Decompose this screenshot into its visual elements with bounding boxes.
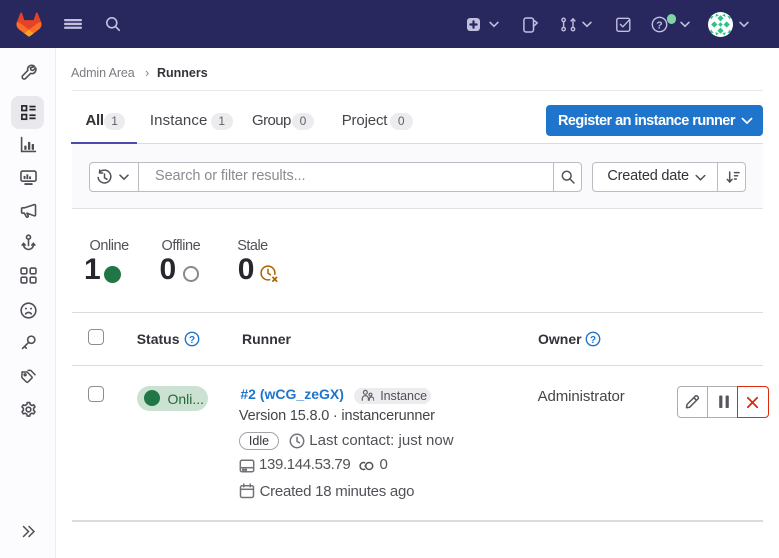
svg-text:?: ? [590,335,596,346]
svg-text:?: ? [656,19,662,31]
svg-text:?: ? [189,335,195,346]
